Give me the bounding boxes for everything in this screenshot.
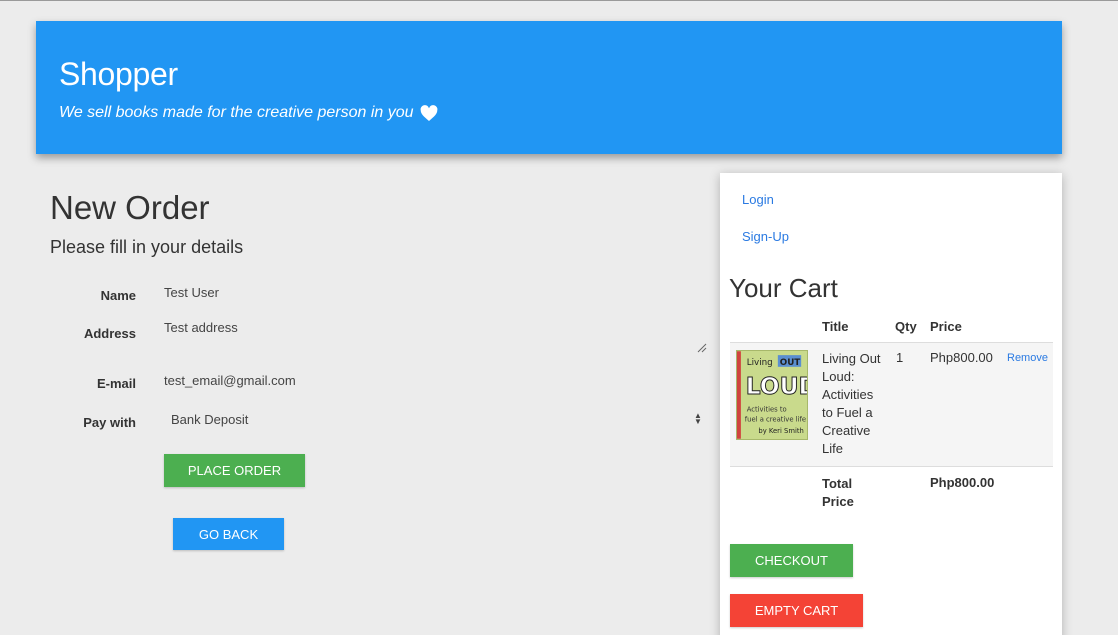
- email-input[interactable]: test_email@gmail.com: [164, 373, 296, 388]
- svg-text:Activities to: Activities to: [747, 406, 787, 414]
- page-title: New Order: [50, 189, 210, 226]
- col-header-qty: Qty: [895, 319, 917, 334]
- col-header-title: Title: [822, 319, 849, 334]
- total-price-label: Total Price: [822, 476, 854, 509]
- empty-cart-button[interactable]: EMPTY CART: [730, 594, 863, 627]
- site-tagline: We sell books made for the creative pers…: [59, 104, 438, 122]
- col-header-price: Price: [930, 319, 962, 334]
- pay-with-label: Pay with: [83, 415, 136, 430]
- item-title: Living Out Loud: Activities to Fuel a Cr…: [822, 351, 881, 456]
- go-back-button[interactable]: GO BACK: [173, 518, 284, 550]
- name-input[interactable]: Test User: [164, 285, 219, 300]
- site-title: Shopper: [59, 56, 178, 92]
- svg-text:LOUD: LOUD: [746, 372, 808, 400]
- heart-icon: [420, 104, 437, 121]
- tagline-text: We sell books made for the creative pers…: [59, 104, 414, 121]
- name-label: Name: [100, 288, 136, 303]
- site-header: Shopper We sell books made for the creat…: [36, 21, 1062, 154]
- item-qty: 1: [896, 350, 904, 365]
- book-cover-image: Living OUT LOUD Activities to fuel a cre…: [736, 350, 808, 440]
- resize-grip-icon[interactable]: [697, 343, 707, 353]
- cart-item-row: Living OUT LOUD Activities to fuel a cre…: [730, 343, 1053, 466]
- email-label: E-mail: [96, 376, 136, 391]
- svg-text:OUT: OUT: [780, 358, 801, 368]
- address-textarea[interactable]: Test address: [164, 320, 238, 335]
- place-order-button[interactable]: PLACE ORDER: [164, 454, 305, 487]
- address-label: Address: [83, 326, 136, 341]
- checkout-button[interactable]: CHECKOUT: [730, 544, 853, 577]
- total-price-value: Php800.00: [930, 475, 995, 490]
- svg-text:by Keri Smith: by Keri Smith: [758, 427, 803, 435]
- pay-with-select[interactable]: Bank Deposit: [171, 412, 248, 427]
- remove-item-link[interactable]: Remove: [1007, 352, 1048, 364]
- item-price: Php800.00: [930, 350, 993, 365]
- svg-text:Living: Living: [747, 358, 773, 368]
- cart-sidebar: Login Sign-Up Your Cart Title Qty Price …: [720, 173, 1062, 635]
- total-divider: [730, 466, 1053, 467]
- signup-link[interactable]: Sign-Up: [742, 229, 789, 244]
- select-arrows-icon[interactable]: ▲ ▼: [694, 412, 702, 426]
- cart-title: Your Cart: [729, 273, 838, 303]
- svg-text:fuel a creative life: fuel a creative life: [745, 415, 806, 423]
- page-subtitle: Please fill in your details: [50, 237, 244, 257]
- login-link[interactable]: Login: [742, 192, 774, 207]
